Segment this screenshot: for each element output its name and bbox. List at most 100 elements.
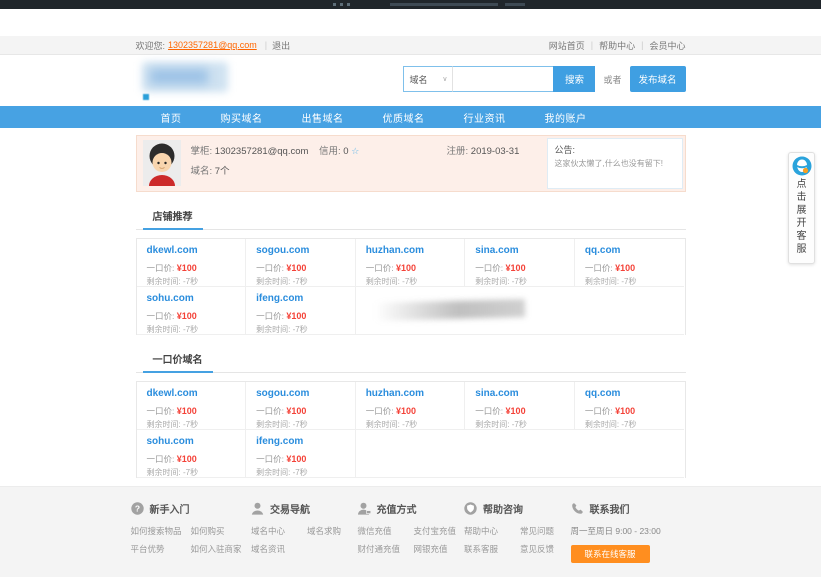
svg-text:?: ? [134,504,139,514]
empty-cell [465,430,575,478]
online-service-button[interactable]: 联系在线客服 [571,545,650,563]
search-area: 域名 ∨ 搜索 或者 发布域名 [403,66,685,92]
domain-link[interactable]: qq.com [585,388,675,399]
footer-link[interactable]: 域名资讯 [251,543,303,555]
shield-icon [464,502,477,515]
footer-column-title: 充值方式 [377,501,417,516]
footer-link[interactable]: 微信充值 [358,525,410,537]
site-logo[interactable] [142,60,234,102]
domain-card[interactable]: qq.com一口价: ¥100剩余时间: -7秒 [575,239,685,287]
price-row: 一口价: ¥100 [585,405,675,417]
nav-item-0[interactable]: 首页 [161,110,182,125]
domain-link[interactable]: sohu.com [147,436,236,447]
domain-card[interactable]: huzhan.com一口价: ¥100剩余时间: -7秒 [356,239,466,287]
domain-link[interactable]: qq.com [585,245,675,256]
domain-link[interactable]: huzhan.com [366,388,455,399]
domain-card[interactable]: sohu.com一口价: ¥100剩余时间: -7秒 [137,430,247,478]
price-label: 一口价: [147,406,175,416]
empty-cell [465,287,575,335]
footer-link[interactable]: 网银充值 [414,543,462,555]
nav-item-1[interactable]: 购买域名 [221,110,263,125]
service-widget-label: 点击展开客服 [796,178,807,256]
domain-card[interactable]: sohu.com一口价: ¥100剩余时间: -7秒 [137,287,247,335]
price-row: 一口价: ¥100 [256,453,345,465]
footer-link[interactable]: 如何购买 [191,525,249,537]
section-title: 一口价域名 [143,347,213,373]
search-input[interactable] [453,66,553,92]
domain-card[interactable]: sina.com一口价: ¥100剩余时间: -7秒 [465,239,575,287]
time-row: 剩余时间: -7秒 [585,276,675,287]
domain-link[interactable]: sina.com [475,388,564,399]
footer-link[interactable]: 支付宝充值 [414,525,462,537]
price-label: 一口价: [256,311,284,321]
customer-service-widget[interactable]: 点击展开客服 [788,152,815,264]
domain-link[interactable]: ifeng.com [256,436,345,447]
price-value: ¥100 [396,406,416,416]
search-category-select[interactable]: 域名 ∨ [403,66,453,92]
time-value: -7秒 [293,468,308,477]
footer-link[interactable]: 域名求购 [307,525,355,537]
time-value: -7秒 [183,420,198,429]
price-label: 一口价: [366,406,394,416]
domain-card[interactable]: ifeng.com一口价: ¥100剩余时间: -7秒 [246,430,356,478]
domain-link[interactable]: sohu.com [147,293,236,304]
search-button[interactable]: 搜索 [553,66,595,92]
domain-link[interactable]: ifeng.com [256,293,345,304]
account-email-link[interactable]: 1302357281@qq.com [168,40,257,50]
time-value: -7秒 [183,277,198,286]
footer-link[interactable]: 平台优势 [131,543,187,555]
time-label: 剩余时间: [147,468,181,477]
footer-links: 如何搜索物品如何购买平台优势如何入驻商家 [131,525,249,555]
time-label: 剩余时间: [366,277,400,286]
footer-link[interactable]: 域名中心 [251,525,303,537]
footer-link[interactable]: 帮助中心 [464,525,516,537]
user-info: 掌柜: 1302357281@qq.com 信用: 0 ☆ 域名: 7个 [191,143,360,191]
domain-link[interactable]: dkewl.com [147,388,236,399]
price-row: 一口价: ¥100 [147,262,236,274]
domain-card[interactable]: dkewl.com一口价: ¥100剩余时间: -7秒 [137,382,247,430]
topbar-decoration [505,3,525,6]
footer-link[interactable]: 如何搜索物品 [131,525,187,537]
help-center-link[interactable]: 帮助中心 [599,39,635,52]
price-row: 一口价: ¥100 [475,405,564,417]
footer-link[interactable]: 意见反馈 [520,543,568,555]
nav-item-5[interactable]: 我的账户 [545,110,587,125]
domain-link[interactable]: huzhan.com [366,245,455,256]
price-value: ¥100 [177,406,197,416]
member-center-link[interactable]: 会员中心 [649,39,685,52]
domain-card[interactable]: huzhan.com 一口价: ¥100 剩余时间: -7秒 [356,382,466,430]
domain-card[interactable]: ifeng.com一口价: ¥100剩余时间: -7秒 [246,287,356,335]
price-row: 一口价: ¥100 [147,310,236,322]
domain-link[interactable]: dkewl.com [147,245,236,256]
domain-card[interactable]: sogou.com一口价: ¥100剩余时间: -7秒 [246,382,356,430]
site-header: 域名 ∨ 搜索 或者 发布域名 [136,55,686,106]
time-label: 剩余时间: [256,325,290,334]
time-label: 剩余时间: [147,325,181,334]
domain-card[interactable]: qq.com一口价: ¥100剩余时间: -7秒 [575,382,685,430]
footer-link[interactable]: 常见问题 [520,525,568,537]
domain-card[interactable]: sina.com一口价: ¥100剩余时间: -7秒 [465,382,575,430]
nav-item-4[interactable]: 行业资讯 [464,110,506,125]
time-value: -7秒 [512,277,527,286]
publish-domain-button[interactable]: 发布域名 [630,66,686,92]
price-value: ¥100 [506,263,526,273]
time-label: 剩余时间: [475,420,509,429]
footer-link[interactable]: 联系客服 [464,543,516,555]
price-value: ¥100 [286,454,306,464]
footer-link[interactable]: 如何入驻商家 [191,543,249,555]
footer-link[interactable]: 财付通充值 [358,543,410,555]
domain-card[interactable]: dkewl.com一口价: ¥100剩余时间: -7秒 [137,239,247,287]
home-link[interactable]: 网站首页 [549,39,585,52]
time-row: 剩余时间: -7秒 [366,419,455,430]
domain-link[interactable]: sogou.com [256,245,345,256]
nav-item-2[interactable]: 出售域名 [302,110,344,125]
price-row: 一口价: ¥100 [256,262,345,274]
nav-item-3[interactable]: 优质域名 [383,110,425,125]
domain-section: 店铺推荐dkewl.com一口价: ¥100剩余时间: -7秒sogou.com… [136,204,686,335]
domain-link[interactable]: sogou.com [256,388,345,399]
price-value: ¥100 [615,263,635,273]
domain-link[interactable]: sina.com [475,245,564,256]
domain-card[interactable]: sogou.com一口价: ¥100剩余时间: -7秒 [246,239,356,287]
logout-link[interactable]: 退出 [272,39,290,52]
credit-label: 信用: [319,146,341,157]
